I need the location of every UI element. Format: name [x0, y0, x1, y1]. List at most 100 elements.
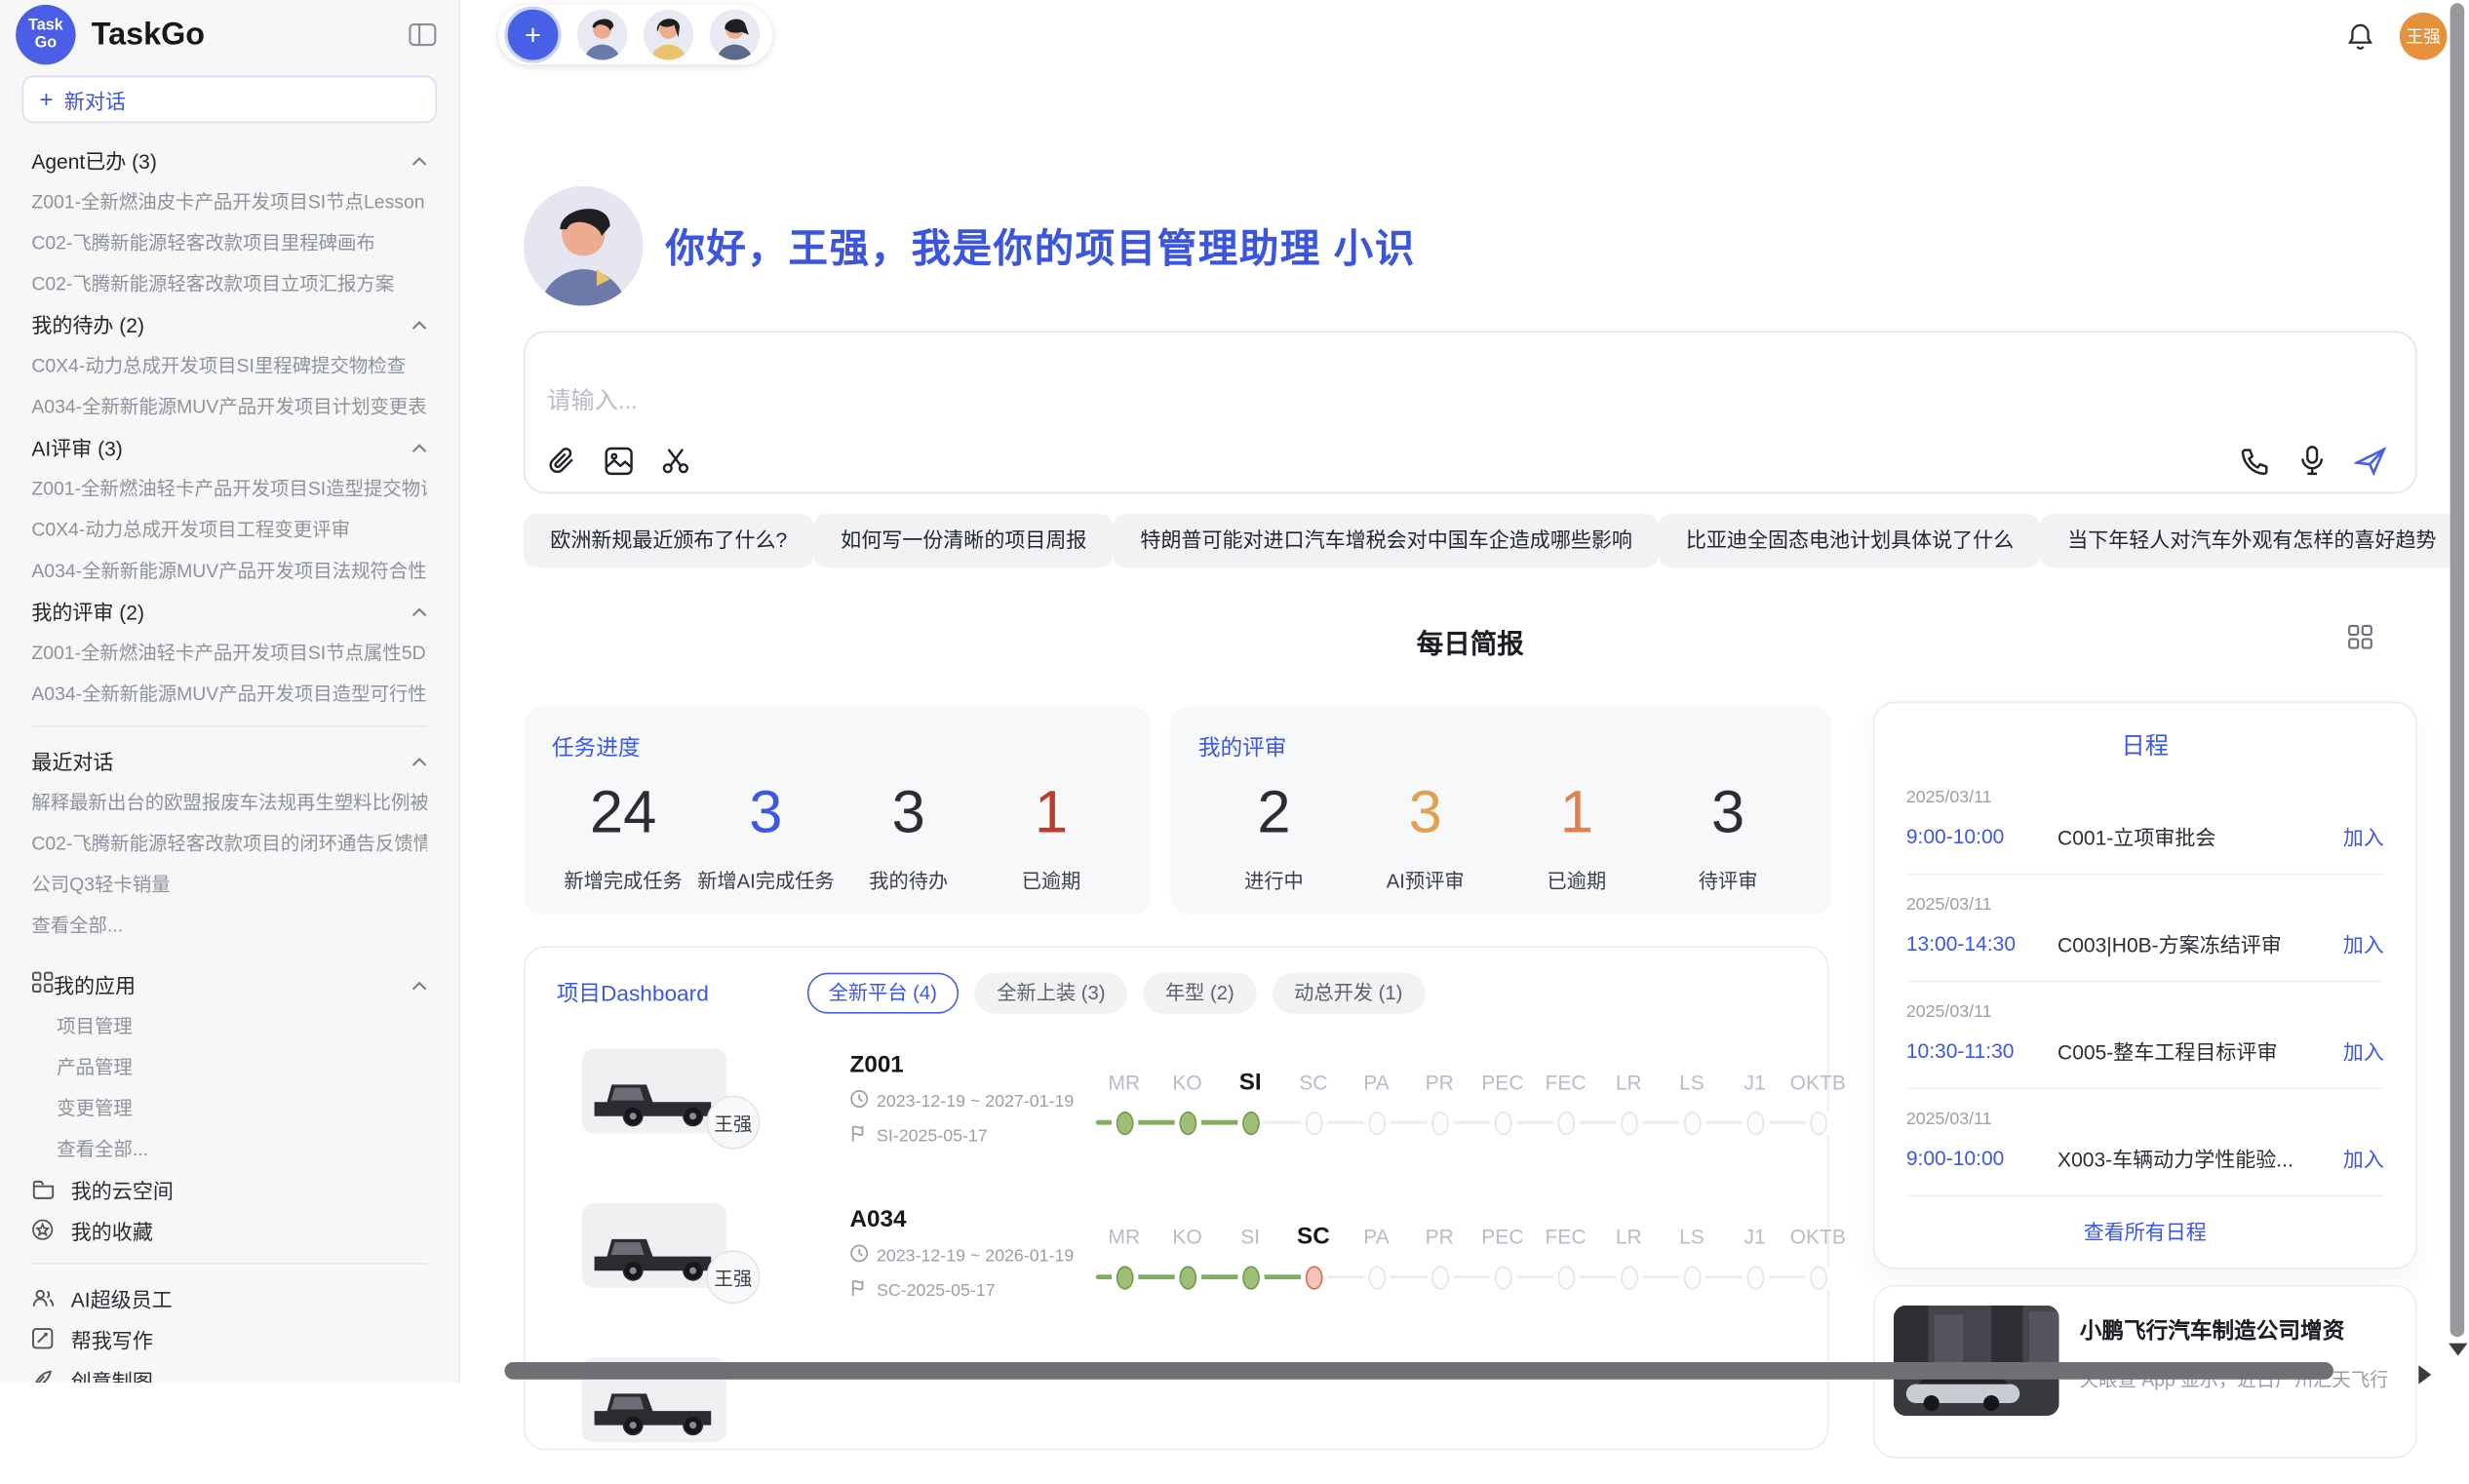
sidebar-header: Task Go TaskGo [0, 0, 459, 69]
project-dates: 2023-12-19 ~ 2027-01-19 [877, 1092, 1074, 1111]
sidebar-chat-item[interactable]: A034-全新新能源MUV产品开发项目法规符合性评审 [31, 549, 427, 590]
sidebar-section-header[interactable]: AI评审 (3) [31, 426, 427, 467]
chevron-up-icon[interactable] [412, 972, 427, 996]
chevron-up-icon[interactable] [412, 311, 427, 334]
project-row-partial [525, 1329, 1827, 1483]
sidebar-item-cloud-space[interactable]: 我的云空间 [31, 1168, 427, 1209]
collapse-sidebar-icon[interactable] [409, 22, 437, 48]
scroll-right-arrow[interactable] [2418, 1365, 2431, 1384]
sidebar-item-creative-drawing[interactable]: 创意制图 [31, 1359, 427, 1383]
milestone-dot [1683, 1111, 1701, 1134]
chat-input[interactable] [544, 386, 1497, 416]
microphone-icon[interactable] [2298, 445, 2325, 476]
chevron-up-icon[interactable] [412, 748, 427, 771]
suggestion-chip[interactable]: 欧洲新规最近颁布了什么? [524, 514, 814, 567]
milestone-cell [1093, 1262, 1156, 1293]
view-all-schedule-link[interactable]: 查看所有日程 [1874, 1196, 2415, 1268]
stat-cell: 3我的待办 [838, 779, 980, 894]
join-button[interactable]: 加入 [2343, 1035, 2384, 1066]
recent-chat-item[interactable]: 解释最新出台的欧盟报废车法规再生塑料比例被调至15%... [31, 780, 427, 821]
add-agent-button[interactable]: + [504, 6, 561, 62]
sidebar-scroll-area[interactable]: Agent已办 (3) Z001-全新燃油皮卡产品开发项目SI节点Lesson L… [0, 133, 459, 1383]
agent-avatar-2[interactable] [644, 10, 694, 60]
chevron-up-icon[interactable] [412, 434, 427, 457]
sidebar-chat-item[interactable]: Z001-全新燃油轻卡产品开发项目SI节点属性5D文件评审 [31, 631, 427, 672]
sidebar-chat-item[interactable]: A034-全新新能源MUV产品开发项目计划变更表编写 [31, 385, 427, 426]
agent-avatar-3[interactable] [710, 10, 761, 60]
recent-chat-item[interactable]: 查看全部... [31, 903, 427, 944]
chevron-up-icon[interactable] [412, 599, 427, 622]
layout-grid-icon[interactable] [2348, 624, 2373, 657]
sidebar-section-header[interactable]: Agent已办 (3) [31, 138, 427, 179]
sidebar-chat-item[interactable]: C02-飞腾新能源轻客改款项目里程碑画布 [31, 220, 427, 261]
sidebar-item-favorites[interactable]: 我的收藏 [31, 1209, 427, 1250]
sidebar-chat-item[interactable]: C02-飞腾新能源轻客改款项目立项汇报方案 [31, 261, 427, 302]
sidebar-item-ai-super-staff[interactable]: AI超级员工 [31, 1277, 427, 1318]
suggestion-chip[interactable]: 比亚迪全固态电池计划具体说了什么 [1659, 514, 2040, 567]
recent-chat-item[interactable]: 公司Q3轻卡销量 [31, 862, 427, 903]
suggestion-chip[interactable]: 如何写一份清晰的项目周报 [814, 514, 1114, 567]
project-dates-row: 2023-12-19 ~ 2026-01-19 [850, 1244, 1093, 1268]
stat-value: 1 [980, 779, 1122, 848]
vertical-scrollbar[interactable] [2450, 3, 2465, 1337]
section-title: Agent已办 (3) [31, 144, 412, 175]
milestone-timeline: MRKOSISCPAPRPECFECLRLSJ1OKTB [1093, 1048, 1850, 1174]
sidebar-chat-item[interactable]: C0X4-动力总成开发项目SI里程碑提交物检查 [31, 343, 427, 384]
stat-value: 1 [1506, 779, 1648, 848]
user-avatar[interactable]: 王强 [2400, 13, 2448, 60]
dashboard-tab[interactable]: 动总开发 (1) [1273, 973, 1425, 1014]
chevron-up-icon[interactable] [412, 147, 427, 171]
phone-call-icon[interactable] [2241, 446, 2271, 476]
dashboard-tab[interactable]: 年型 (2) [1143, 973, 1256, 1014]
recent-chat-item[interactable]: C02-飞腾新能源轻客改款项目的闭环通告反馈情况 [31, 821, 427, 862]
new-chat-button[interactable]: + 新对话 [22, 76, 437, 124]
milestone-dots [1093, 1262, 1850, 1293]
send-icon[interactable] [2354, 446, 2387, 476]
milestone-label: LR [1597, 1222, 1661, 1253]
stat-cell: 3待评审 [1657, 779, 1799, 894]
sidebar-item-my-apps[interactable]: 我的应用 [31, 963, 427, 1004]
stat-label: 新增AI完成任务 [695, 864, 838, 894]
stat-label: 进行中 [1203, 864, 1346, 894]
join-button[interactable]: 加入 [2343, 821, 2384, 851]
suggestion-chip[interactable]: 当下年轻人对汽车外观有怎样的喜好趋势 [2041, 514, 2463, 567]
milestone-cell [1156, 1107, 1219, 1138]
milestone-label: PR [1408, 1222, 1471, 1253]
milestone-label: SC [1282, 1222, 1346, 1253]
attachment-icon[interactable] [547, 447, 577, 477]
join-button[interactable]: 加入 [2343, 928, 2384, 958]
sidebar-section-header[interactable]: 我的待办 (2) [31, 302, 427, 343]
stat-value: 3 [695, 779, 838, 848]
milestone-cell [1093, 1107, 1156, 1138]
clock-icon [850, 1089, 869, 1113]
join-button[interactable]: 加入 [2343, 1143, 2384, 1173]
horizontal-scrollbar[interactable] [504, 1362, 2333, 1380]
schedule-card: 日程 2025/03/119:00-10:00C001-立项审批会加入2025/… [1873, 702, 2417, 1269]
sidebar-chat-item[interactable]: C0X4-动力总成开发项目工程变更评审 [31, 508, 427, 549]
my-apps-item[interactable]: 查看全部... [31, 1127, 427, 1168]
sidebar-chat-item[interactable]: Z001-全新燃油皮卡产品开发项目SI节点Lesson Learn报告 [31, 179, 427, 220]
cloud-folder-icon [31, 1179, 57, 1199]
sidebar-section-header-recent[interactable]: 最近对话 [31, 739, 427, 780]
my-apps-item[interactable]: 项目管理 [31, 1004, 427, 1045]
sidebar-item-help-me-write[interactable]: 帮我写作 [31, 1318, 427, 1359]
project-info: A0342023-12-19 ~ 2026-01-19SC-2025-05-17 [850, 1203, 1093, 1329]
project-row[interactable]: 王强Z0012023-12-19 ~ 2027-01-19SI-2025-05-… [525, 1020, 1827, 1174]
my-review-stats: 2进行中3AI预评审1已逾期3待评审 [1198, 779, 1804, 894]
scroll-down-arrow[interactable] [2449, 1344, 2467, 1356]
suggestion-chip[interactable]: 特朗普可能对进口汽车增税会对中国车企造成哪些影响 [1114, 514, 1659, 567]
sidebar-section-header[interactable]: 我的评审 (2) [31, 590, 427, 631]
agent-avatar-1[interactable] [577, 10, 628, 60]
image-icon[interactable] [604, 447, 634, 477]
milestone-label: PA [1345, 1222, 1408, 1253]
sidebar-chat-item[interactable]: A034-全新新能源MUV产品开发项目造型可行性评审 [31, 672, 427, 713]
dashboard-tab[interactable]: 全新平台 (4) [806, 973, 959, 1014]
notification-bell-icon[interactable] [2346, 21, 2374, 52]
sidebar-chat-item[interactable]: Z001-全新燃油轻卡产品开发项目SI造型提交物评审 [31, 467, 427, 508]
my-apps-item[interactable]: 产品管理 [31, 1045, 427, 1086]
scissors-icon[interactable] [660, 447, 690, 477]
my-apps-item[interactable]: 变更管理 [31, 1086, 427, 1127]
project-row[interactable]: 王强A0342023-12-19 ~ 2026-01-19SC-2025-05-… [525, 1175, 1827, 1329]
schedule-date: 2025/03/11 [1906, 895, 2384, 914]
dashboard-tab[interactable]: 全新上装 (3) [975, 973, 1127, 1014]
